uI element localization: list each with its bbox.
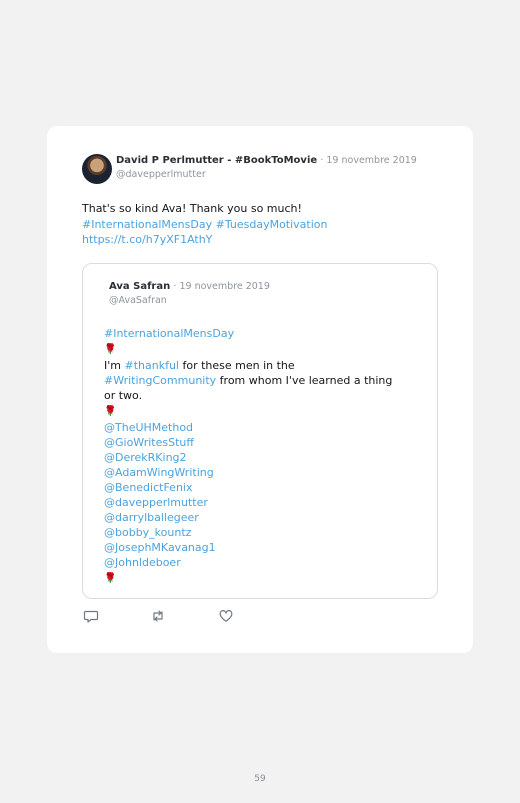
- text-fragment: from whom I've learned a thing: [216, 374, 393, 387]
- mention-link[interactable]: @TheUHMethod: [104, 420, 419, 435]
- hashtag-link[interactable]: #WritingCommunity: [104, 374, 216, 387]
- mention-link[interactable]: @darrylballegeer: [104, 510, 419, 525]
- author-name[interactable]: David P Perlmutter - #BookToMovie: [116, 155, 317, 166]
- mention-link[interactable]: @bobby_kountz: [104, 525, 419, 540]
- tweet-url[interactable]: https://t.co/h7yXF1AthY: [82, 232, 442, 248]
- mention-link[interactable]: @Johnldeboer: [104, 555, 419, 570]
- page-number: 59: [254, 774, 266, 784]
- tweet-card: David P Perlmutter - #BookToMovie · 19 n…: [47, 126, 473, 653]
- hashtag-link[interactable]: #InternationalMensDay: [82, 218, 212, 231]
- quoted-author-row: Ava Safran · 19 novembre 2019: [109, 281, 270, 292]
- author-row: David P Perlmutter - #BookToMovie · 19 n…: [116, 155, 417, 166]
- quoted-text-line: #WritingCommunity from whom I've learned…: [104, 373, 419, 388]
- mention-link[interactable]: @JosephMKavanag1: [104, 540, 419, 555]
- quoted-text-line: I'm #thankful for these men in the: [104, 358, 419, 373]
- author-handle[interactable]: @davepperlmutter: [116, 169, 206, 180]
- rose-emoji: 🌹: [104, 573, 117, 584]
- tweet-date[interactable]: 19 novembre 2019: [326, 155, 416, 166]
- hashtag-link[interactable]: #InternationalMensDay: [104, 326, 419, 341]
- text-fragment: I'm: [104, 359, 125, 372]
- retweet-icon[interactable]: [150, 608, 166, 624]
- tweet-text-line: That's so kind Ava! Thank you so much!: [82, 202, 302, 215]
- quoted-tweet-text: #InternationalMensDay 🌹 I'm #thankful fo…: [104, 326, 419, 587]
- reply-icon[interactable]: [83, 608, 99, 624]
- quoted-author-handle[interactable]: @AvaSafran: [109, 295, 167, 306]
- rose-emoji: 🌹: [104, 406, 117, 417]
- mention-link[interactable]: @DerekRKing2: [104, 450, 419, 465]
- mention-link[interactable]: @davepperlmutter: [104, 495, 419, 510]
- quoted-tweet-date[interactable]: 19 novembre 2019: [179, 281, 269, 292]
- rose-emoji: 🌹: [104, 344, 117, 355]
- quoted-author-name[interactable]: Ava Safran: [109, 281, 170, 292]
- hashtag-link[interactable]: #thankful: [124, 359, 178, 372]
- text-fragment: for these men in the: [178, 359, 295, 372]
- heart-icon[interactable]: [218, 608, 234, 624]
- tweet-hashtags: #InternationalMensDay #TuesdayMotivation: [82, 217, 442, 233]
- hashtag-link[interactable]: #TuesdayMotivation: [216, 218, 328, 231]
- avatar[interactable]: [82, 154, 112, 184]
- quoted-text-line: or two.: [104, 389, 143, 402]
- mention-link[interactable]: @AdamWingWriting: [104, 465, 419, 480]
- quoted-tweet[interactable]: Ava Safran · 19 novembre 2019 @AvaSafran…: [82, 263, 438, 599]
- mention-link[interactable]: @BenedictFenix: [104, 480, 419, 495]
- mention-link[interactable]: @GioWritesStuff: [104, 435, 419, 450]
- tweet-text: That's so kind Ava! Thank you so much! #…: [82, 201, 442, 248]
